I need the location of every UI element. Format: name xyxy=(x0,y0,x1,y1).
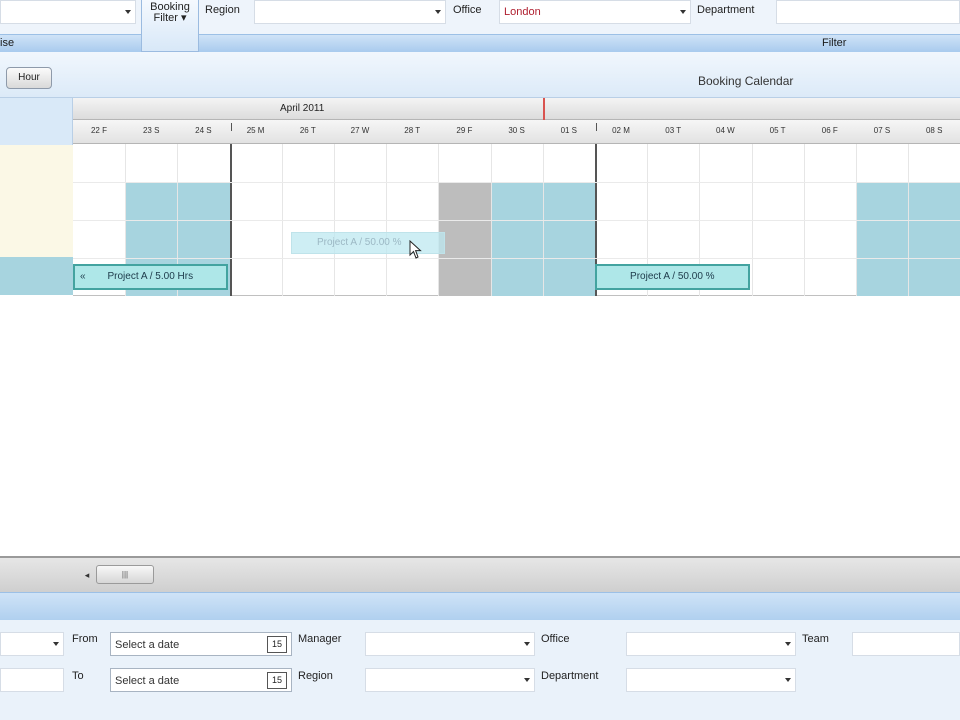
collapse-left-icon[interactable]: « xyxy=(80,266,86,288)
top-left-combo[interactable] xyxy=(0,0,136,24)
strip-left-text: ise xyxy=(0,37,15,49)
region-label: Region xyxy=(205,4,240,16)
day-label: 23 S xyxy=(142,126,160,135)
day-label: 22 F xyxy=(90,126,107,135)
calendar-grid[interactable]: « Project A / 5.00 Hrs Project A / 50.00 % xyxy=(73,144,960,296)
chevron-down-icon xyxy=(785,642,791,646)
department-label: Department xyxy=(697,4,755,16)
bottom-left-input[interactable] xyxy=(0,668,64,692)
from-date-picker[interactable]: Select a date 15 xyxy=(110,632,292,656)
chevron-down-icon xyxy=(785,678,791,682)
grid-row-line xyxy=(73,182,960,183)
booking-filter-label: Booking Filter ▾ xyxy=(150,1,190,24)
day-label: 27 W xyxy=(350,126,370,135)
booking-label: Project A / 50.00 % xyxy=(630,271,715,282)
bottom-filter-panel: From Select a date 15 To Select a date 1… xyxy=(0,620,960,720)
chevron-down-icon xyxy=(435,10,441,14)
mouse-cursor-icon xyxy=(409,240,422,259)
chevron-down-icon xyxy=(524,642,530,646)
day-label: 04 W xyxy=(716,126,735,135)
scroll-thumb[interactable]: ||| xyxy=(96,565,154,584)
day-label: 08 S xyxy=(925,126,943,135)
horizontal-scrollbar[interactable]: ◂ ||| xyxy=(0,556,960,592)
calendar-icon[interactable]: 15 xyxy=(267,672,287,689)
office-combo[interactable]: London xyxy=(499,0,691,24)
day-label: 26 T xyxy=(299,126,316,135)
from-date-placeholder: Select a date xyxy=(115,639,180,651)
day-label: 02 M xyxy=(612,126,630,135)
resource-row-selected[interactable] xyxy=(0,257,73,295)
month-label: April 2011 xyxy=(280,103,325,114)
today-marker xyxy=(543,98,545,120)
bottom-strip xyxy=(0,592,960,620)
department-label-bottom: Department xyxy=(541,670,599,682)
day-label: 03 T xyxy=(665,126,682,135)
chevron-down-icon xyxy=(125,10,131,14)
filter-toggle[interactable]: Filter xyxy=(822,37,846,49)
to-date-picker[interactable]: Select a date 15 xyxy=(110,668,292,692)
region-combo[interactable] xyxy=(254,0,446,24)
to-label: To xyxy=(72,670,84,682)
week-tick xyxy=(230,123,232,131)
from-label: From xyxy=(72,633,98,645)
day-header: 22 F 23 S 24 S 25 M 26 T 27 W 28 T 29 F 30 S 01 S… xyxy=(73,120,960,144)
booking-label: Project A / 5.00 Hrs xyxy=(107,271,194,282)
bottom-left-combo[interactable] xyxy=(0,632,64,656)
chevron-down-icon xyxy=(680,10,686,14)
office-label: Office xyxy=(453,4,482,16)
department-combo-bottom[interactable] xyxy=(626,668,796,692)
grid-row-line xyxy=(73,258,960,259)
manager-combo[interactable] xyxy=(365,632,535,656)
weekend-cell xyxy=(542,182,595,296)
day-label: 30 S xyxy=(508,126,525,135)
team-combo[interactable] xyxy=(852,632,960,656)
day-label: 06 F xyxy=(821,126,838,135)
department-combo[interactable] xyxy=(776,0,960,24)
chevron-down-icon xyxy=(53,642,59,646)
day-label: 28 T xyxy=(404,126,421,135)
resource-header xyxy=(0,98,73,145)
office-value: London xyxy=(504,6,541,18)
weekend-cell xyxy=(856,182,909,296)
region-label-bottom: Region xyxy=(298,670,333,682)
weekend-cell xyxy=(490,182,543,296)
office-combo-bottom[interactable] xyxy=(626,632,796,656)
month-header: April 2011 xyxy=(73,98,960,120)
resource-panel xyxy=(0,98,73,296)
day-label: 07 S xyxy=(873,126,891,135)
calendar-toolbar: Hour Booking Calendar xyxy=(0,52,960,98)
weekend-cell xyxy=(908,182,960,296)
booking-filter-dropdown[interactable]: Booking Filter ▾ xyxy=(141,0,199,52)
manager-label: Manager xyxy=(298,633,342,645)
day-label: 29 F xyxy=(456,126,473,135)
week-tick xyxy=(596,123,597,131)
day-label: 25 M xyxy=(246,126,265,135)
chevron-down-icon xyxy=(524,678,530,682)
booking-bar[interactable]: « Project A / 5.00 Hrs xyxy=(73,264,228,290)
team-label: Team xyxy=(802,633,829,645)
holiday-cell xyxy=(438,182,491,296)
booking-bar[interactable]: Project A / 50.00 % xyxy=(595,264,750,290)
day-label: 01 S xyxy=(560,126,578,135)
grid-row-line xyxy=(73,220,960,221)
hour-button[interactable]: Hour xyxy=(6,67,52,89)
office-label-bottom: Office xyxy=(541,633,570,645)
to-date-placeholder: Select a date xyxy=(115,675,180,687)
scroll-left-icon[interactable]: ◂ xyxy=(78,566,96,584)
day-label: 05 T xyxy=(769,126,786,135)
calendar-title: Booking Calendar xyxy=(698,74,794,88)
region-combo-bottom[interactable] xyxy=(365,668,535,692)
resource-rows xyxy=(0,145,73,257)
day-label: 24 S xyxy=(195,126,212,135)
calendar-icon[interactable]: 15 xyxy=(267,636,287,653)
